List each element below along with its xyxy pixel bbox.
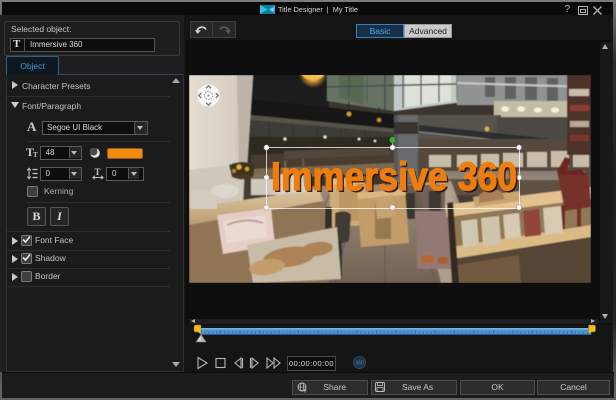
svg-text:T: T — [95, 168, 101, 177]
svg-text:360: 360 — [355, 361, 364, 367]
svg-text:T: T — [33, 151, 38, 158]
